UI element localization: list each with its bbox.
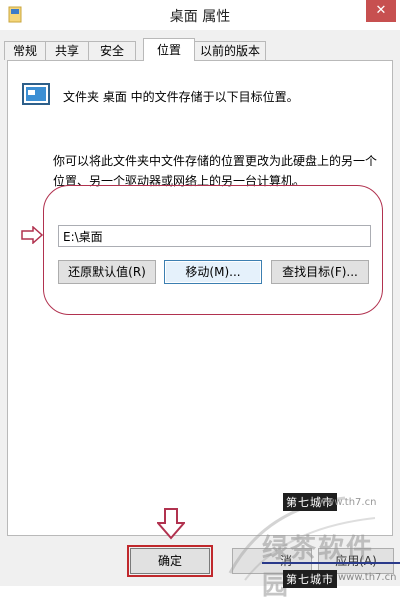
tab-general[interactable]: 常规 <box>4 41 46 60</box>
tab-previous-versions[interactable]: 以前的版本 <box>194 41 266 60</box>
close-button[interactable]: ✕ <box>366 0 396 22</box>
watermark-url-bottom: www.th7.cn <box>338 572 397 583</box>
watermark-brand: 绿茶软件园 <box>262 534 375 601</box>
location-info-text: 文件夹 桌面 中的文件存储于以下目标位置。 <box>63 90 299 104</box>
window-title: 桌面 属性 <box>169 9 231 25</box>
location-tab-panel: 文件夹 桌面 中的文件存储于以下目标位置。 你可以将此文件夹中文件存储的位置更改… <box>7 60 393 536</box>
tab-strip: 常规 共享 安全 位置 以前的版本 <box>4 38 396 61</box>
move-button[interactable]: 移动(M)... <box>164 260 262 284</box>
tab-security[interactable]: 安全 <box>88 41 136 60</box>
arrow-down-annotation-icon <box>157 508 185 540</box>
close-icon: ✕ <box>375 3 387 18</box>
watermark-site-name-bottom: 第七城市 <box>283 570 337 588</box>
tab-location[interactable]: 位置 <box>143 38 195 61</box>
annotation-oval <box>43 185 383 315</box>
restore-default-button[interactable]: 还原默认值(R) <box>58 260 156 284</box>
properties-dialog: 桌面 属性 ✕ 常规 共享 安全 位置 以前的版本 文件夹 桌面 中的文件存储于… <box>0 0 400 601</box>
folder-location-icon <box>22 83 50 105</box>
tab-sharing[interactable]: 共享 <box>45 41 89 60</box>
watermark-url: www.th7.cn <box>318 497 377 508</box>
title-bar: 桌面 属性 ✕ <box>0 0 400 30</box>
watermark-underline <box>262 562 400 564</box>
arrow-right-annotation-icon <box>21 226 43 244</box>
ok-button[interactable]: 确定 <box>127 545 213 577</box>
find-target-button[interactable]: 查找目标(F)... <box>271 260 369 284</box>
location-path-input[interactable] <box>58 225 371 247</box>
